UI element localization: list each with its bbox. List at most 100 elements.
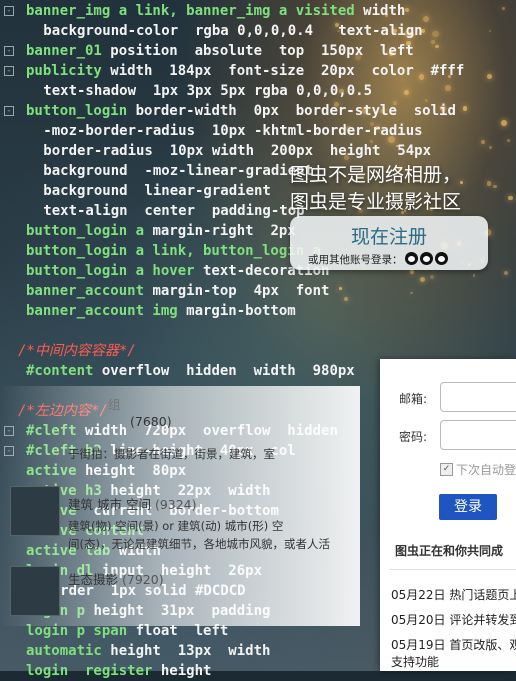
code-declaration: position absolute top 150px left [101, 43, 414, 59]
password-label: 密码: [399, 430, 428, 444]
code-declaration: height [152, 663, 212, 679]
code-line: button_login a hover text-decoration [26, 261, 329, 281]
code-line: automatic height 13px width [26, 641, 270, 661]
code-declaration: background-color rgba 0,0,0,0.4 text-ali… [18, 23, 423, 39]
topic-desc: 于街拍：摄影者在街道，街景，建筑，室 [68, 447, 275, 461]
topic-count: (9324) [154, 497, 197, 512]
code-line: banner_01 position absolute top 150px le… [26, 41, 414, 61]
code-selector: #content [26, 363, 94, 379]
code-selector: banner_01 [26, 43, 102, 59]
news-section-title: 图虫正在和你共同成 [395, 544, 504, 558]
code-selector: banner_img a link, banner_img a visited [26, 3, 355, 19]
code-selector: login register [26, 663, 153, 679]
code-line: -moz-border-radius 10px -khtml-border-ra… [18, 121, 423, 141]
code-selector: banner_account img [26, 303, 178, 319]
code-declaration: border-width 0px border-style solid [127, 103, 456, 119]
code-selector: publicity [26, 63, 102, 79]
code-line: background-color rgba 0,0,0,0.4 text-ali… [18, 21, 423, 41]
bokeh-dot [507, 138, 511, 142]
auto-login-checkbox[interactable]: ✓ [440, 463, 453, 476]
register-button[interactable]: 现在注册 [290, 222, 488, 249]
group-label: 组 [108, 397, 121, 412]
code-declaration: width [354, 3, 406, 19]
code-declaration: background -moz-linear-gradient [18, 163, 314, 179]
bokeh-dot [432, 30, 439, 37]
bokeh-dot [486, 73, 492, 80]
code-line: publicity width 184px font-size 20px col… [26, 61, 464, 81]
code-declaration: overflow hidden width 980px [93, 363, 355, 379]
topic-title-text[interactable]: 生态摄影 [68, 572, 118, 587]
code-declaration: margin-bottom [177, 303, 296, 319]
password-field[interactable] [440, 420, 516, 450]
code-line: button_login a margin-right 2px [26, 221, 296, 241]
topic-title[interactable]: 生态摄影 (7920) [68, 569, 164, 588]
email-field[interactable] [440, 382, 516, 412]
bokeh-dot [487, 181, 492, 186]
topic-desc: 建筑(物) 空间(景) or 建筑(动) 城市(形) 空 [68, 519, 284, 533]
code-declaration: background linear-gradient [18, 183, 271, 199]
bokeh-dot [435, 44, 439, 48]
code-line: text-align center padding-top [18, 201, 305, 221]
topic-title-text[interactable]: 建筑 城市 空间 [68, 497, 151, 512]
auto-login-label: 下次自动登 [456, 463, 516, 477]
code-declaration: border-radius 10px width 200px height 54… [18, 143, 432, 159]
fold-toggle-icon[interactable]: - [4, 106, 14, 116]
fold-toggle-icon[interactable]: - [4, 46, 14, 56]
code-line: banner_img a link, banner_img a visited … [26, 1, 405, 21]
code-selector: banner_account [26, 283, 145, 299]
code-line: background -moz-linear-gradient [18, 161, 313, 181]
code-line: login register height [26, 661, 211, 681]
news-item[interactable]: 05月19日 首页改版、观 [391, 636, 516, 653]
bokeh-dot [462, 106, 468, 111]
qq-icon[interactable] [434, 252, 448, 265]
alt-login-row: 或用其他账号登录： [308, 252, 448, 267]
code-line: /*中间内容容器*/ [18, 341, 136, 361]
bokeh-dot [508, 195, 513, 201]
bokeh-dot [339, 286, 342, 290]
code-selector: button_login [26, 103, 128, 119]
slogan-emphasis: 图虫 [290, 164, 329, 186]
bokeh-dot [343, 296, 348, 301]
slogan-line-2: 图虫是专业摄影社区 [290, 191, 462, 213]
news-item[interactable]: 05月20日 评论并转发到 [391, 611, 516, 628]
code-declaration: width 184px font-size 20px color #fff [101, 63, 465, 79]
code-declaration: text-align center padding-top [18, 203, 305, 219]
code-declaration: margin-right 2px [144, 223, 296, 239]
topic-title[interactable]: 建筑 城市 空间 (9324) [68, 494, 197, 513]
slogan-line-1: 图虫不是网络相册， [290, 160, 461, 187]
topic-count: (7920) [122, 572, 164, 587]
register-panel: 现在注册 或用其他账号登录： [290, 216, 488, 270]
code-line: banner_account margin-top 4px font [26, 281, 329, 301]
alt-login-label: 或用其他账号登录： [308, 254, 403, 266]
code-selector: button_login a hover [26, 263, 195, 279]
code-line: banner_account img margin-bottom [26, 301, 296, 321]
code-line: background linear-gradient [18, 181, 271, 201]
code-selector: button_login a [26, 223, 145, 239]
news-item[interactable]: 支持功能 [391, 653, 439, 670]
code-line: button_login border-width 0px border-sty… [26, 101, 456, 121]
code-line: button_login a link, button_login a [26, 241, 321, 261]
code-declaration: height 13px width [101, 643, 271, 659]
code-declaration: -moz-border-radius 10px -khtml-border-ra… [18, 123, 423, 139]
divider [390, 569, 516, 570]
email-label: 邮箱: [399, 392, 428, 406]
fold-toggle-icon[interactable]: - [4, 6, 14, 16]
qq-icon[interactable] [419, 252, 433, 265]
topic-list-panel: 组 (7680) 于街拍：摄影者在街道，街景，建筑，室 建筑 城市 空间 (93… [0, 386, 360, 626]
bokeh-dot [409, 291, 413, 295]
topic-count: (7680) [130, 414, 172, 429]
bokeh-dot [472, 273, 476, 277]
topic-thumbnail[interactable] [10, 486, 60, 536]
code-selector: button_login a link, button_login a [26, 243, 322, 259]
code-line: text-shadow 1px 3px 5px rgba 0,0,0,0.5 [18, 81, 372, 101]
login-button[interactable]: 登录 [439, 494, 497, 520]
code-line: border-radius 10px width 200px height 54… [18, 141, 431, 161]
bokeh-dot [445, 85, 451, 91]
qq-icon[interactable] [404, 252, 418, 265]
topic-desc: 间(态)，无论是建筑细节，各地城市风貌，或者人活 [68, 537, 330, 551]
code-comment: /*中间内容容器*/ [18, 343, 136, 359]
news-item[interactable]: 05月22日 热门话题页上 [391, 586, 516, 603]
login-panel: 邮箱: 密码: ✓ 下次自动登 登录 图虫正在和你共同成 05月22日 热门话题… [380, 359, 516, 671]
topic-thumbnail[interactable] [10, 566, 60, 616]
fold-toggle-icon[interactable]: - [4, 66, 14, 76]
